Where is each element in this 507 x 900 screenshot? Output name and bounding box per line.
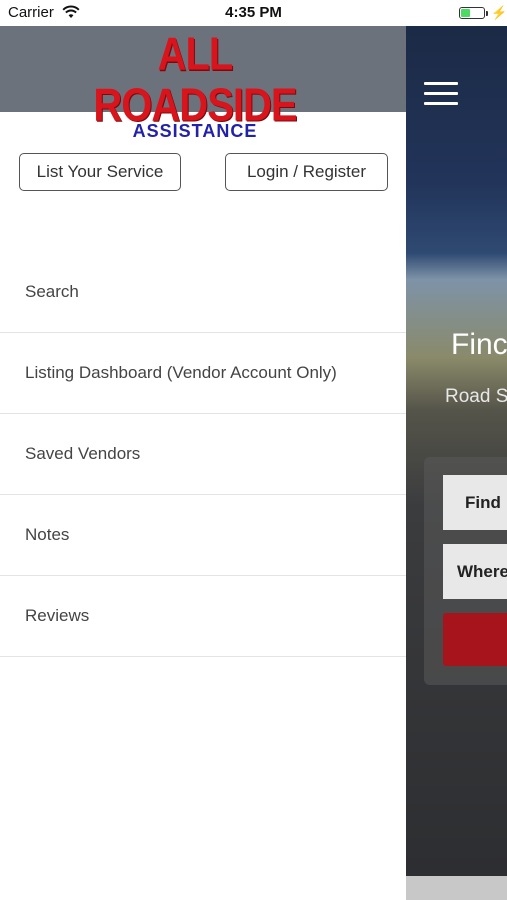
battery-tip: [486, 11, 488, 16]
status-bar: Carrier 4:35 PM ⚡: [0, 0, 507, 26]
logo-title: ALL ROADSIDE: [93, 29, 297, 131]
background-app-screen: Finc Road S Find Where: [406, 26, 507, 900]
hamburger-menu-icon[interactable]: [424, 82, 458, 106]
drawer-menu: Search Listing Dashboard (Vendor Account…: [0, 251, 406, 657]
brand-logo[interactable]: ALL ROADSIDE ASSISTANCE: [70, 29, 320, 140]
clock: 4:35 PM: [225, 4, 282, 21]
login-register-button[interactable]: Login / Register: [225, 153, 388, 191]
hero-heading: Finc: [451, 328, 507, 361]
menu-item-search[interactable]: Search: [0, 251, 406, 333]
hero-subheading: Road S: [445, 386, 507, 407]
drawer-header: ALL ROADSIDE ASSISTANCE: [0, 26, 406, 140]
search-submit-button[interactable]: [443, 613, 507, 666]
bottom-bar: [406, 876, 507, 900]
side-drawer: ALL ROADSIDE ASSISTANCE List Your Servic…: [0, 26, 406, 900]
menu-item-notes[interactable]: Notes: [0, 495, 406, 576]
menu-item-saved-vendors[interactable]: Saved Vendors: [0, 414, 406, 495]
battery-icon: [459, 7, 485, 19]
where-input[interactable]: Where: [443, 544, 507, 599]
charging-bolt-icon: ⚡: [491, 5, 507, 20]
list-your-service-button[interactable]: List Your Service: [19, 153, 181, 191]
menu-item-reviews[interactable]: Reviews: [0, 576, 406, 657]
menu-item-listing-dashboard[interactable]: Listing Dashboard (Vendor Account Only): [0, 333, 406, 414]
find-input[interactable]: Find: [443, 475, 507, 530]
